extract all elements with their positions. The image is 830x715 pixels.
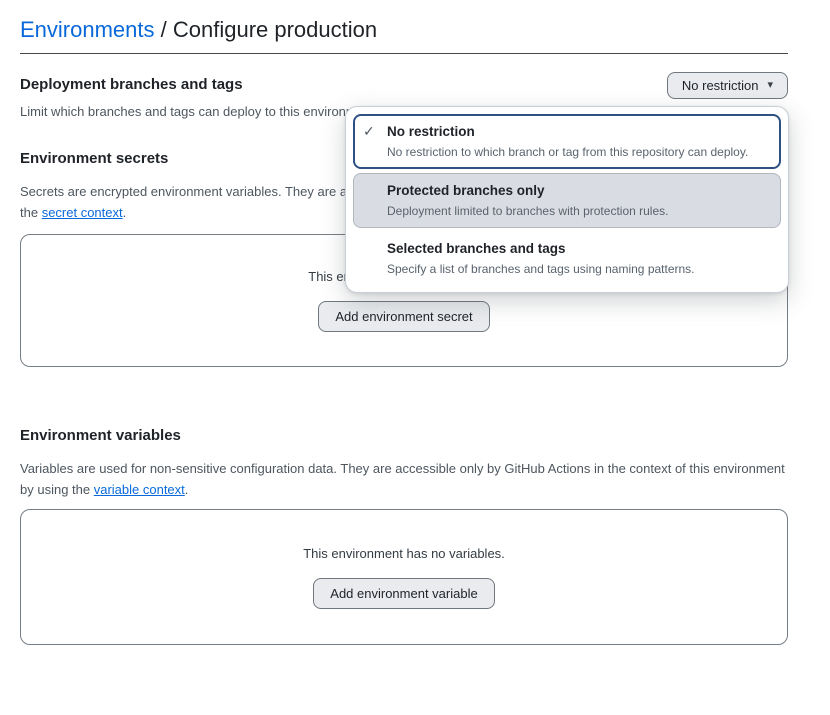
variables-description-period: .: [185, 482, 189, 497]
menu-item-label: Selected branches and tags: [387, 240, 695, 257]
deployment-branches-heading: Deployment branches and tags: [20, 75, 579, 94]
variables-empty-text: This environment has no variables.: [303, 546, 505, 561]
variables-empty-box: This environment has no variables. Add e…: [20, 509, 788, 645]
restriction-dropdown-label: No restriction: [682, 78, 759, 93]
add-environment-secret-button[interactable]: Add environment secret: [318, 301, 489, 332]
check-icon: ✓: [363, 123, 387, 140]
menu-item-description: Deployment limited to branches with prot…: [387, 204, 668, 219]
restriction-dropdown-menu: ✓ No restriction No restriction to which…: [345, 106, 789, 293]
environment-config-page: Environments / Configure production Depl…: [0, 0, 830, 645]
menu-item-label: Protected branches only: [387, 182, 668, 199]
environment-variables-section: Environment variables Variables are used…: [20, 426, 788, 645]
menu-item-description: Specify a list of branches and tags usin…: [387, 262, 695, 277]
page-title: Environments / Configure production: [20, 16, 788, 44]
menu-item-no-restriction[interactable]: ✓ No restriction No restriction to which…: [353, 114, 781, 169]
menu-item-description: No restriction to which branch or tag fr…: [387, 145, 748, 160]
restriction-dropdown-button[interactable]: No restriction ▾: [667, 72, 788, 99]
environment-variables-heading: Environment variables: [20, 426, 788, 445]
menu-item-content: No restriction No restriction to which b…: [387, 123, 748, 160]
environment-variables-description: Variables are used for non-sensitive con…: [20, 458, 788, 500]
breadcrumb-current: Configure production: [173, 17, 377, 42]
menu-item-content: Selected branches and tags Specify a lis…: [387, 240, 695, 277]
title-divider: [20, 53, 788, 54]
menu-item-label: No restriction: [387, 123, 748, 140]
menu-item-content: Protected branches only Deployment limit…: [387, 182, 668, 219]
secrets-description-period: .: [123, 205, 127, 220]
variable-context-link[interactable]: variable context: [94, 482, 185, 497]
breadcrumb-separator: /: [155, 17, 173, 42]
environments-breadcrumb-link[interactable]: Environments: [20, 17, 155, 42]
add-environment-variable-button[interactable]: Add environment variable: [313, 578, 494, 609]
menu-item-selected-branches[interactable]: Selected branches and tags Specify a lis…: [353, 232, 781, 285]
secret-context-link[interactable]: secret context: [42, 205, 123, 220]
menu-item-protected-branches[interactable]: Protected branches only Deployment limit…: [353, 173, 781, 228]
caret-down-icon: ▾: [767, 80, 773, 91]
